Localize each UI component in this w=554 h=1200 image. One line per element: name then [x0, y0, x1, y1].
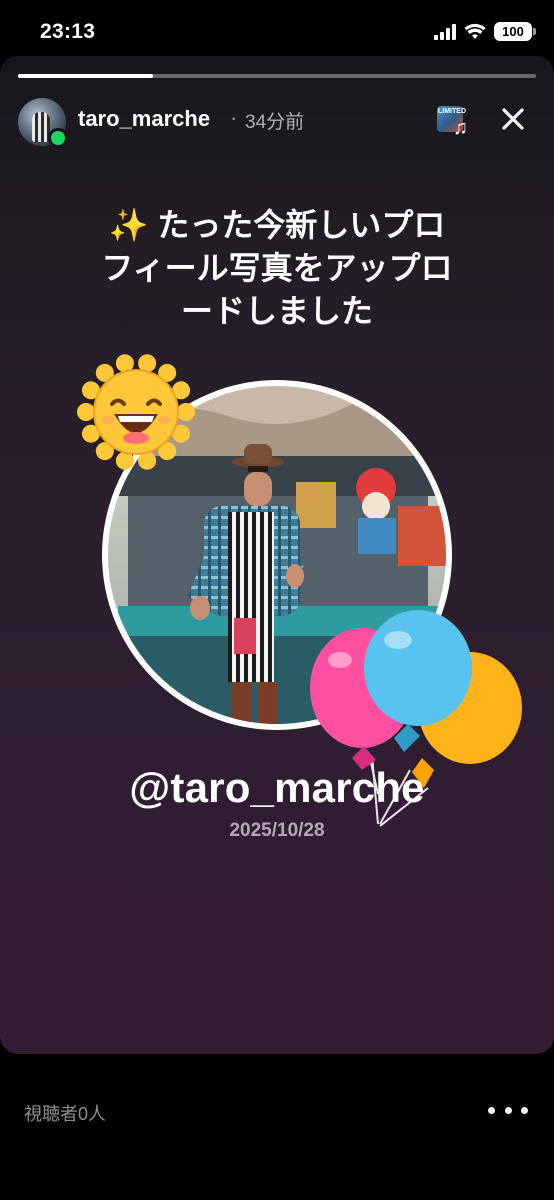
- status-time: 23:13: [40, 20, 96, 43]
- more-icon-dot: [488, 1106, 495, 1114]
- status-bar: 23:13 100: [0, 0, 554, 62]
- sun-sticker: [77, 354, 195, 470]
- viewer-count[interactable]: 視聴者0人: [24, 1100, 106, 1126]
- status-icons: 100: [434, 22, 536, 41]
- more-button[interactable]: [488, 1098, 528, 1122]
- story-headline: ✨ たった今新しいプロ フィール写真をアップロ ードしました: [60, 204, 494, 333]
- battery-icon: 100: [494, 22, 536, 41]
- online-status-dot: [48, 128, 68, 148]
- headline-line-1: ✨ たった今新しいプロ: [60, 204, 494, 247]
- close-icon: [502, 108, 524, 130]
- story-progress-bar: [18, 74, 536, 78]
- music-note-icon: ♫: [453, 117, 468, 139]
- story-card[interactable]: taro_marche · 34分前 LIMITED ♫ ✨ たった今新しいプロ…: [0, 56, 554, 1054]
- story-header: taro_marche · 34分前 LIMITED ♫: [16, 96, 538, 148]
- music-cover-label: LIMITED: [438, 108, 466, 115]
- username[interactable]: taro_marche: [78, 106, 210, 132]
- close-button[interactable]: [498, 104, 528, 134]
- more-icon-dot: [504, 1106, 512, 1114]
- headline-text-1: たった今新しいプロ: [157, 207, 446, 243]
- header-separator: ·: [230, 105, 238, 130]
- sun-ray: [177, 403, 195, 421]
- upload-date: 2025/10/28: [229, 820, 325, 841]
- music-button[interactable]: LIMITED ♫: [437, 106, 473, 140]
- headline-line-3: ードしました: [180, 293, 373, 329]
- story-progress-fill: [18, 74, 153, 78]
- sun-ray: [77, 403, 95, 421]
- wifi-icon: [464, 23, 486, 39]
- sparkle-icon: ✨: [108, 207, 149, 243]
- signal-icon: [434, 23, 456, 40]
- headline-line-2: フィール写真をアップロ: [101, 250, 453, 286]
- more-icon-dot: [521, 1106, 528, 1114]
- username-handle: @taro_marche: [129, 764, 425, 811]
- post-timestamp: 34分前: [245, 112, 305, 133]
